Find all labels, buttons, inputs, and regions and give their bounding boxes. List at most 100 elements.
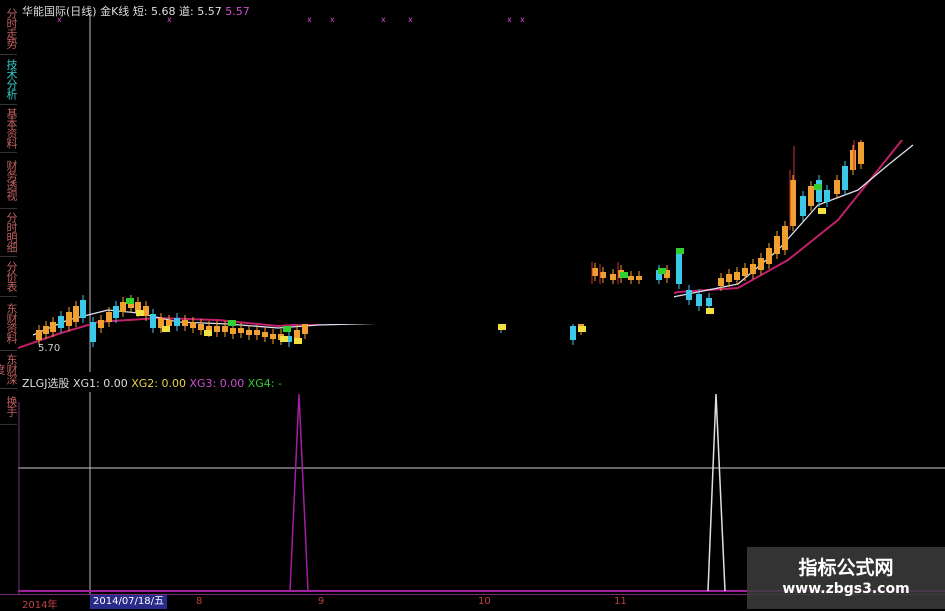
side-tab[interactable]: 换手: [0, 388, 18, 425]
xg2-label: XG2:: [131, 377, 158, 390]
candle-body: [636, 276, 642, 280]
candle-body: [106, 312, 112, 322]
candle-body: [198, 324, 204, 330]
side-tab[interactable]: 基本资料: [0, 104, 18, 153]
candle-body: [742, 268, 748, 276]
time-tick: 8: [196, 596, 203, 607]
candle-body: [686, 290, 692, 300]
xg1-value: 0.00: [103, 377, 128, 390]
xg3-label: XG3:: [189, 377, 217, 390]
candle-body: [98, 320, 104, 328]
candle-body: [734, 272, 740, 280]
candle-body: [90, 322, 96, 342]
candle-body: [262, 332, 268, 337]
side-tab[interactable]: 东财资料: [0, 296, 18, 351]
candle-body: [842, 166, 848, 190]
candle-body: [706, 298, 712, 306]
dao-value: 5.57: [197, 5, 222, 18]
signal-square: [136, 310, 144, 316]
signal-marker: x: [408, 15, 413, 24]
signal-square: [294, 338, 302, 344]
candle-body: [758, 258, 764, 270]
signal-square: [676, 248, 684, 254]
indicator-name: 金K线: [100, 5, 130, 18]
signal-square: [162, 326, 170, 332]
candle-body: [113, 306, 119, 318]
signal-square: [126, 298, 134, 304]
signal-square: [578, 326, 586, 332]
side-tab[interactable]: 分价表: [0, 256, 18, 297]
candle-body: [214, 326, 220, 332]
time-tick: 10: [478, 596, 491, 607]
side-tab[interactable]: 分时走势: [0, 2, 18, 55]
candle-body: [726, 274, 732, 282]
candle-body: [790, 180, 796, 226]
side-tab[interactable]: 东财深度: [0, 350, 18, 389]
candle-body: [150, 314, 156, 328]
signal-marker: x: [507, 15, 512, 24]
candle-body: [270, 334, 276, 339]
cursor-date-label: 2014/07/18/五: [90, 595, 168, 609]
signal-square: [498, 324, 506, 330]
side-tab[interactable]: 财务透视: [0, 152, 18, 209]
candle-body: [58, 316, 64, 328]
xg-signal-spike: [707, 393, 726, 592]
candle-body: [600, 272, 606, 278]
signal-marker: x: [381, 15, 386, 24]
candle-body: [66, 312, 72, 326]
third-value: 5.57: [225, 5, 250, 18]
side-tab-strip: 分时走势技术分析基本资料财务透视分时明细分价表东财资料东财深度换手: [0, 0, 18, 440]
signal-square: [283, 326, 291, 332]
side-tab[interactable]: 分时明细: [0, 208, 18, 257]
signal-marker: x: [307, 15, 312, 24]
candle-body: [570, 326, 576, 340]
stock-title: 华能国际(日线): [22, 5, 97, 18]
signal-square: [818, 208, 826, 214]
signal-square: [658, 268, 666, 274]
signal-square: [620, 272, 628, 278]
candle-body: [610, 274, 616, 280]
candle-body: [824, 190, 830, 202]
dao-label: 道:: [179, 5, 194, 18]
signal-square: [280, 336, 288, 342]
price-header: 华能国际(日线) 金K线 短: 5.68 道: 5.57 5.57: [22, 3, 250, 19]
candle-body: [73, 306, 79, 322]
signal-square: [228, 320, 236, 326]
candle-body: [246, 330, 252, 335]
candle-body: [628, 276, 634, 280]
signal-square: [814, 184, 822, 190]
candle-body: [782, 226, 788, 250]
redacted-area-middle: [270, 284, 674, 324]
candle-body: [50, 322, 56, 332]
xg2-value: 0.00: [161, 377, 186, 390]
candle-body: [800, 196, 806, 216]
indicator-header: ZLGJ选股 XG1: 0.00 XG2: 0.00 XG3: 0.00 XG4…: [22, 375, 282, 391]
candle-body: [808, 186, 814, 206]
xg1-label: XG1:: [72, 377, 100, 390]
candle-body: [182, 320, 188, 326]
candle-body: [36, 330, 42, 340]
candle-body: [816, 180, 822, 202]
candle-body: [696, 294, 702, 306]
xg4-value: -: [278, 377, 282, 390]
candle-body: [718, 278, 724, 286]
side-tab[interactable]: 技术分析: [0, 54, 18, 105]
redacted-area-top: [534, 0, 945, 140]
candle-body: [774, 236, 780, 254]
indicator-title: ZLGJ选股: [22, 377, 70, 390]
xg4-label: XG4:: [247, 377, 275, 390]
xg3-value: 0.00: [219, 377, 245, 390]
candle-body: [294, 330, 300, 338]
signal-square: [706, 308, 714, 314]
watermark: 指标公式网 www.zbgs3.com: [747, 547, 945, 609]
candle-body: [80, 300, 86, 318]
candle-body: [676, 254, 682, 284]
candle-body: [230, 328, 236, 334]
candle-body: [858, 142, 864, 164]
candle-body: [120, 302, 126, 312]
watermark-title: 指标公式网: [798, 557, 894, 579]
watermark-url: www.zbgs3.com: [782, 581, 910, 597]
signal-marker: x: [520, 15, 525, 24]
signal-marker: x: [330, 15, 335, 24]
short-label: 短:: [132, 5, 148, 18]
